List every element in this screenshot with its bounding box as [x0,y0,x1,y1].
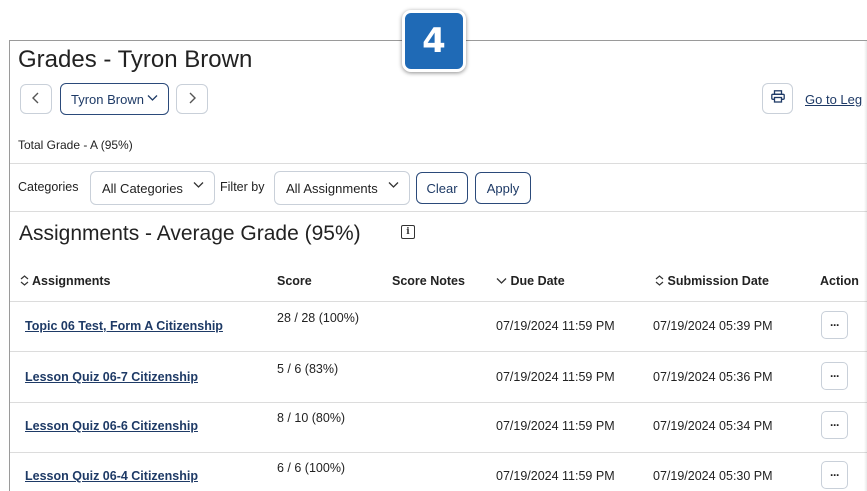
clear-button[interactable]: Clear [416,172,468,204]
more-options-button[interactable]: ··· [821,461,848,489]
column-header-action: Action [820,274,859,288]
sort-descending-icon [496,274,510,288]
more-options-button[interactable]: ··· [821,411,848,439]
column-header-label: Assignments [32,274,111,288]
due-date-value: 07/19/2024 11:59 PM [496,319,615,333]
categories-select-value: All Categories [102,180,183,196]
column-header-label: Submission Date [667,274,769,288]
due-date-value: 07/19/2024 11:59 PM [496,370,615,384]
info-icon[interactable]: i [401,225,415,239]
column-header-score: Score [277,274,312,288]
column-header-due-date[interactable]: Due Date [496,274,565,288]
next-student-button[interactable] [176,84,208,114]
chevron-right-icon [187,91,197,107]
categories-select[interactable]: All Categories [90,171,215,205]
apply-button[interactable]: Apply [475,172,531,204]
row-divider [10,351,867,352]
column-header-label: Due Date [510,274,565,288]
score-value: 8 / 10 (80%) [277,411,346,425]
section-title: Assignments - Average Grade (95%) [19,222,361,245]
assignment-link[interactable]: Lesson Quiz 06-7 Citizenship [25,370,198,384]
filter-by-select[interactable]: All Assignments [274,171,410,205]
due-date-value: 07/19/2024 11:59 PM [496,469,615,483]
column-header-submission-date[interactable]: Submission Date [655,274,769,288]
table-divider [10,301,867,302]
sort-icon [655,274,667,288]
more-options-button[interactable]: ··· [821,362,848,390]
print-button[interactable] [762,83,793,114]
step-number-badge: 4 [402,10,466,72]
page-title: Grades - Tyron Brown [18,46,253,73]
score-value: 28 / 28 (100%) [277,311,359,325]
grades-panel: Grades - Tyron Brown Tyron Brown Go to L… [9,40,867,491]
student-selector[interactable]: Tyron Brown [60,83,169,115]
submission-date-value: 07/19/2024 05:36 PM [653,370,773,384]
more-options-icon: ··· [830,318,840,332]
chevron-left-icon [31,91,41,107]
assignment-link[interactable]: Lesson Quiz 06-6 Citizenship [25,419,198,433]
score-value: 6 / 6 (100%) [277,461,346,475]
row-divider [10,452,867,453]
chevron-down-icon [193,180,204,192]
submission-date-value: 07/19/2024 05:34 PM [653,419,773,433]
total-grade: Total Grade - A (95%) [18,138,133,152]
more-options-icon: ··· [830,418,840,432]
assignment-link[interactable]: Lesson Quiz 06-4 Citizenship [25,469,198,483]
score-value: 5 / 6 (83%) [277,362,339,376]
submission-date-value: 07/19/2024 05:39 PM [653,319,773,333]
chevron-down-icon [388,180,399,192]
row-divider [10,402,867,403]
divider [10,211,867,212]
column-header-score-notes: Score Notes [392,274,465,288]
sort-icon [20,274,32,288]
filter-by-label: Filter by [220,180,265,194]
categories-label: Categories [18,180,79,194]
go-to-legend-link[interactable]: Go to Leg [805,92,862,107]
more-options-icon: ··· [830,468,840,482]
column-header-assignments[interactable]: Assignments [20,274,111,288]
assignment-link[interactable]: Topic 06 Test, Form A Citizenship [25,319,223,333]
divider [10,163,867,164]
student-selector-label: Tyron Brown [71,91,144,107]
chevron-down-icon [147,93,158,105]
more-options-button[interactable]: ··· [821,311,848,339]
due-date-value: 07/19/2024 11:59 PM [496,419,615,433]
previous-student-button[interactable] [20,84,52,114]
printer-icon [770,89,785,108]
submission-date-value: 07/19/2024 05:30 PM [653,469,773,483]
more-options-icon: ··· [830,369,840,383]
filter-by-select-value: All Assignments [286,180,378,196]
